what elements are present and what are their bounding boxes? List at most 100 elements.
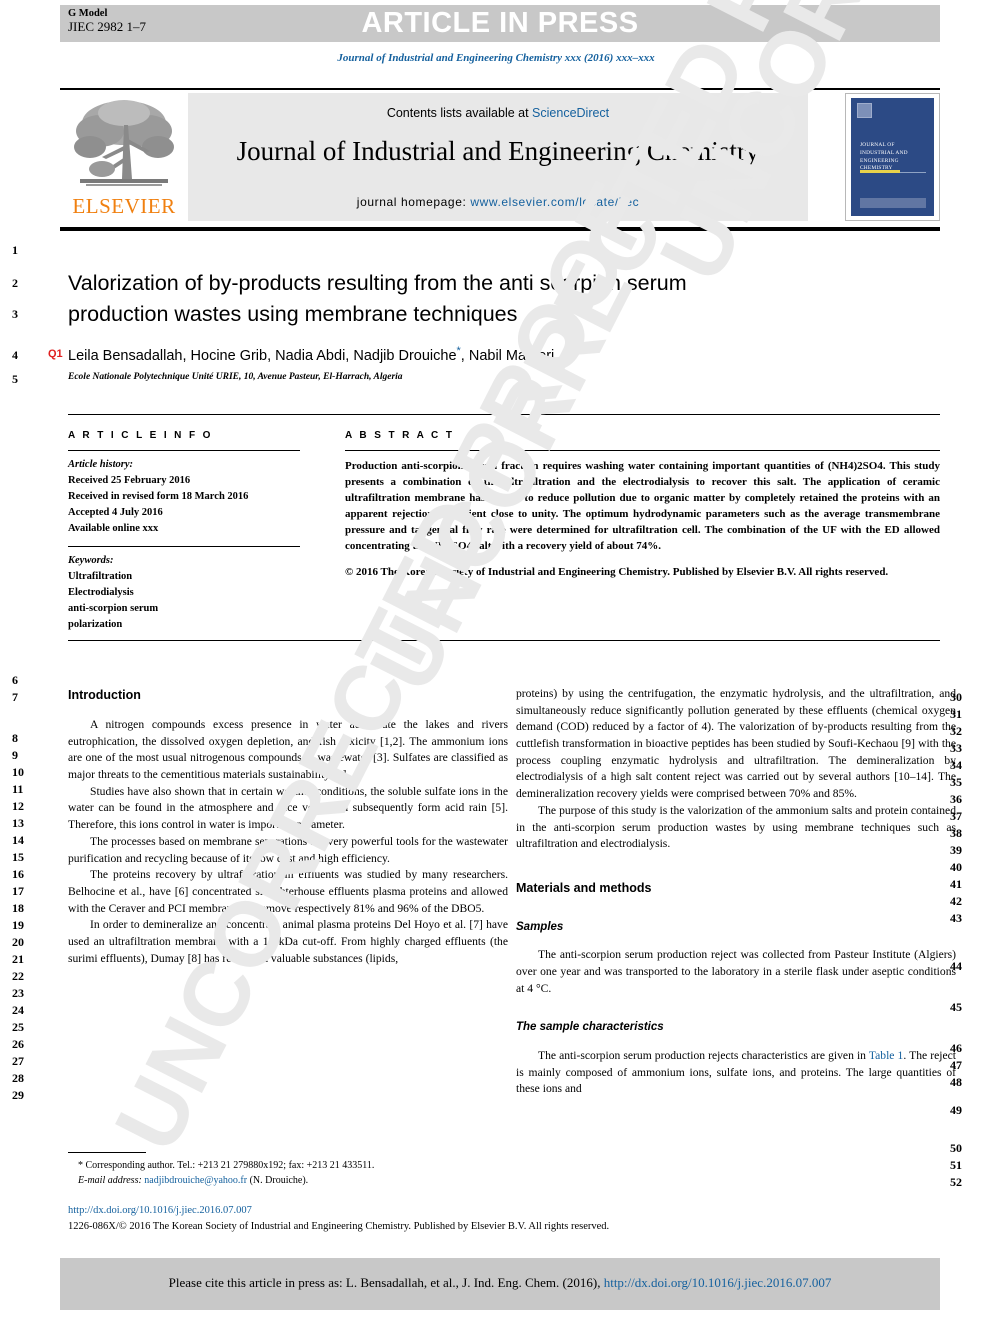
keywords-block: Keywords: Ultrafiltration Electrodialysi… [68, 553, 316, 633]
section-heading-introduction: Introduction [68, 688, 141, 702]
body-paragraph: The anti-scorpion serum production rejec… [516, 948, 956, 995]
abstract-heading: A B S T R A C T [345, 430, 455, 441]
cite-this-article-box: Please cite this article in press as: L.… [60, 1258, 940, 1310]
elsevier-tree-icon [74, 100, 174, 186]
body-paragraph: In order to demineralize and concentrate… [68, 918, 508, 965]
line-number: 24 [12, 1003, 24, 1017]
cover-society-logo [860, 198, 926, 208]
line-number: 51 [950, 1158, 962, 1172]
line-number: 2 [12, 276, 18, 290]
line-number: 27 [12, 1054, 24, 1068]
footnote-rule [68, 1152, 146, 1153]
email-link[interactable]: nadjibdrouiche@yahoo.fr [144, 1175, 247, 1186]
subsection-heading-samples: Samples [516, 920, 564, 933]
doi-link[interactable]: http://dx.doi.org/10.1016/j.jiec.2016.07… [68, 1203, 948, 1219]
contents-list-line: Contents lists available at ScienceDirec… [188, 106, 808, 120]
line-number: 6 [12, 673, 18, 687]
cover-emblem-icon [857, 103, 872, 118]
cover-artwork: Journal of Industrial and Engineering Ch… [851, 98, 934, 216]
footnote-block: * Corresponding author. Tel.: +213 21 27… [68, 1158, 508, 1188]
article-info-column: A R T I C L E I N F O Article history: R… [68, 430, 316, 633]
author-names: Leila Bensadallah, Hocine Grib, Nadia Ab… [68, 347, 457, 364]
journal-title: Journal of Industrial and Engineering Ch… [236, 136, 760, 166]
line-number: 28 [12, 1071, 24, 1085]
journal-homepage-line: journal homepage: www.elsevier.com/locat… [188, 195, 808, 209]
line-number: 11 [12, 782, 24, 796]
line-number: 1 [12, 243, 18, 257]
line-number: 12 [12, 799, 24, 813]
line-number: 16 [12, 867, 24, 881]
corresponding-author-note: * Corresponding author. Tel.: +213 21 27… [78, 1160, 375, 1171]
journal-reference-line: Journal of Industrial and Engineering Ch… [337, 52, 655, 64]
article-info-rule [68, 450, 300, 451]
line-number: 19 [12, 918, 24, 932]
body-paragraph-continued: proteins) by using the centrifugation, t… [516, 687, 956, 801]
line-number: 52 [950, 1175, 962, 1189]
article-in-press-band: G Model JIEC 2982 1–7 ARTICLE IN PRESS [60, 5, 940, 42]
issn-copyright-line: 1226-086X/© 2016 The Korean Society of I… [68, 1220, 610, 1232]
email-label: E-mail address: [78, 1175, 145, 1186]
affiliation: Ecole Nationale Polytechnique Unité URIE… [68, 372, 403, 382]
author-names-tail: , Nabil Mameri [460, 347, 555, 364]
elsevier-wordmark: ELSEVIER [72, 194, 176, 218]
cite-doi-link[interactable]: http://dx.doi.org/10.1016/j.jiec.2016.07… [604, 1275, 832, 1290]
body-paragraph: A nitrogen compounds excess presence in … [68, 718, 508, 782]
article-history-item: Available online xxx [68, 522, 159, 534]
table-1-link[interactable]: Table 1 [869, 1049, 903, 1062]
line-number: 26 [12, 1037, 24, 1051]
journal-cover-thumbnail: Journal of Industrial and Engineering Ch… [845, 93, 940, 221]
article-history-item: Accepted 4 July 2016 [68, 506, 163, 518]
line-number: 3 [12, 307, 18, 321]
keyword-item: Ultrafiltration [68, 570, 133, 582]
line-number: 29 [12, 1088, 24, 1102]
line-number: 5 [12, 372, 18, 386]
line-number: 8 [12, 731, 18, 745]
abstract-copyright: © 2016 The Korean Society of Industrial … [345, 566, 889, 579]
body-paragraph: The purpose of this study is the valoriz… [516, 803, 956, 851]
line-number: 13 [12, 816, 24, 830]
paragraph-text-pre: The anti-scorpion serum production rejec… [538, 1049, 869, 1063]
homepage-label: journal homepage: [356, 195, 471, 209]
page-title: Valorization of by-products resulting fr… [68, 271, 687, 326]
line-number: 14 [12, 833, 24, 847]
keywords-label: Keywords: [68, 554, 114, 566]
line-number: 10 [12, 765, 24, 779]
line-number: 17 [12, 884, 24, 898]
body-paragraph: The proteins recovery by ultrafiltration… [68, 868, 508, 915]
info-section-top-rule [68, 414, 940, 415]
keyword-item: Electrodialysis [68, 586, 134, 598]
article-history-block: Article history: Received 25 February 20… [68, 457, 316, 537]
body-paragraph: Studies have also shown that in certain … [68, 784, 508, 832]
abstract-body: Production anti-scorpion serum fraction … [345, 460, 940, 553]
info-section-bottom-rule [68, 640, 940, 641]
abstract-column: A B S T R A C T Production anti-scorpion… [345, 430, 940, 580]
sciencedirect-link[interactable]: ScienceDirect [532, 106, 609, 120]
masthead-box: Contents lists available at ScienceDirec… [188, 93, 808, 221]
line-number: 22 [12, 969, 24, 983]
keywords-rule [68, 545, 300, 547]
elsevier-logo: ELSEVIER [64, 93, 184, 221]
cover-accent-bar [860, 170, 900, 173]
abstract-rule [345, 450, 940, 451]
subsection-heading-sample-characteristics: The sample characteristics [516, 1021, 664, 1034]
article-in-press-text: ARTICLE IN PRESS [361, 7, 639, 39]
body-column-right: proteins) by using the centrifugation, t… [516, 686, 956, 1098]
author-list: Leila Bensadallah, Hocine Grib, Nadia Ab… [68, 345, 868, 364]
line-number: 49 [950, 1103, 962, 1117]
homepage-url-link[interactable]: www.elsevier.com/locate/jiec [470, 195, 639, 209]
cite-prefix: Please cite this article in press as: L.… [168, 1275, 604, 1290]
line-number: 25 [12, 1020, 24, 1034]
line-number: 23 [12, 986, 24, 1000]
section-heading-materials-and-methods: Materials and methods [516, 880, 652, 895]
article-history-item: Received 25 February 2016 [68, 474, 191, 486]
email-suffix: (N. Drouiche). [247, 1175, 309, 1186]
article-history-item: Received in revised form 18 March 2016 [68, 490, 249, 502]
email-line: E-mail address: nadjibdrouiche@yahoo.fr … [68, 1173, 508, 1188]
query-flag-q1[interactable]: Q1 [48, 348, 63, 360]
masthead-bottom-rule [60, 227, 940, 231]
body-column-left: Introduction A nitrogen compounds excess… [68, 686, 508, 967]
article-info-heading: A R T I C L E I N F O [68, 430, 213, 441]
cover-title-text: Journal of Industrial and Engineering Ch… [860, 142, 908, 172]
line-number: 21 [12, 952, 24, 966]
line-number: 20 [12, 935, 24, 949]
